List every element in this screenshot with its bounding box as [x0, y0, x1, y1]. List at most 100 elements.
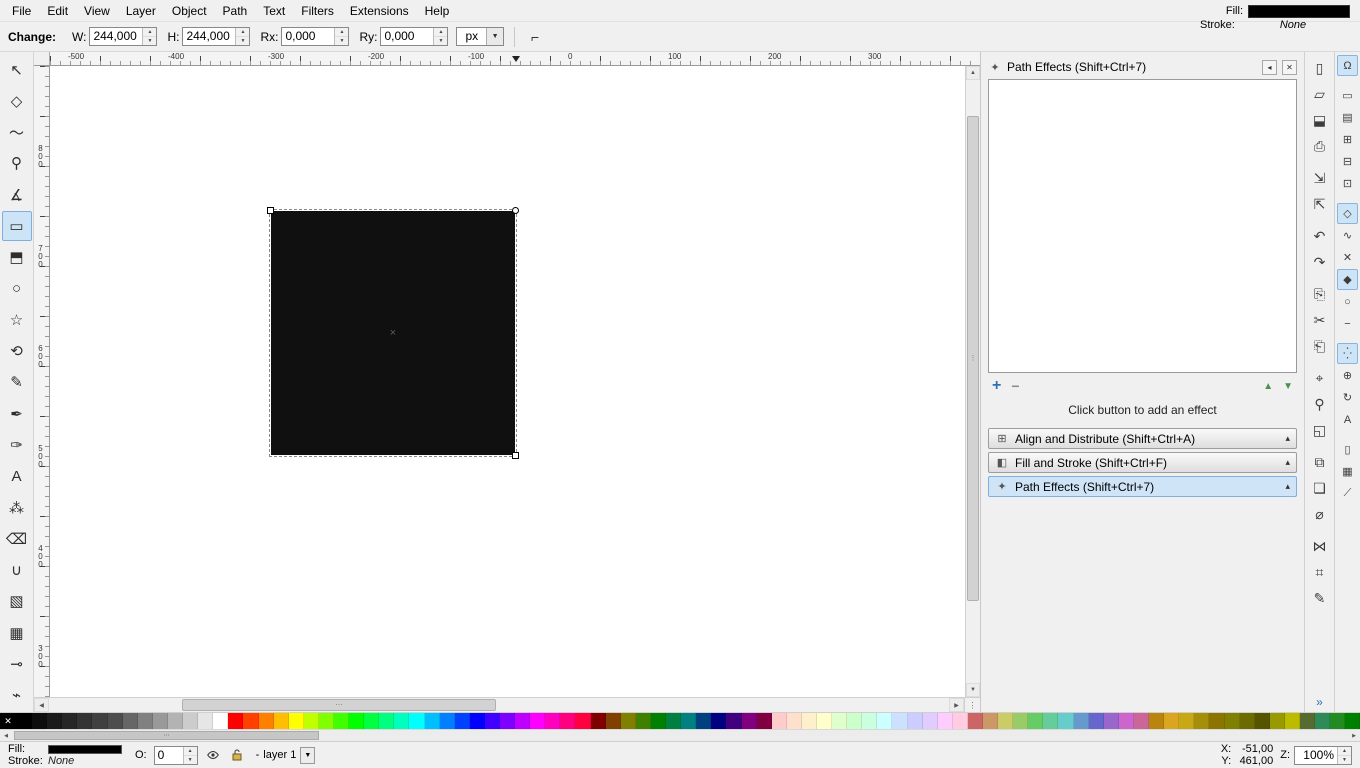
palette-swatch[interactable]: [952, 713, 968, 729]
snap-bounding-box-toggle[interactable]: ▭: [1337, 85, 1358, 106]
tool-eraser[interactable]: ⌫: [2, 524, 32, 553]
snap-path-intersections-toggle[interactable]: ✕: [1337, 247, 1358, 268]
palette-scroll-track[interactable]: ⋯: [12, 730, 1348, 741]
tool-pencil[interactable]: ✎: [2, 368, 32, 397]
tool-spiral[interactable]: ⟲: [2, 337, 32, 366]
menu-path[interactable]: Path: [215, 2, 256, 20]
palette-swatch[interactable]: [1164, 713, 1180, 729]
palette-swatch[interactable]: [1073, 713, 1089, 729]
hscroll-track[interactable]: ⋯: [49, 698, 949, 712]
zoom-input[interactable]: 100% ▲ ▼: [1294, 745, 1352, 765]
tool-zoom[interactable]: ⚲: [2, 149, 32, 178]
dock-section-fill-and-stroke[interactable]: ◧ Fill and Stroke (Shift+Ctrl+F) ▴: [988, 452, 1297, 473]
palette-swatch[interactable]: [1028, 713, 1044, 729]
spinner-down-icon[interactable]: ▼: [335, 37, 348, 45]
palette-swatch[interactable]: [107, 713, 123, 729]
add-effect-button[interactable]: +: [992, 377, 1001, 395]
new-document-button[interactable]: ▯: [1308, 56, 1332, 80]
spinner-down-icon[interactable]: ▼: [184, 756, 197, 764]
palette-scroll-left-button[interactable]: ◀: [0, 730, 12, 741]
tool-selector[interactable]: ↖: [2, 55, 32, 84]
unlink-clone-button[interactable]: ⌀: [1308, 502, 1332, 526]
palette-swatch[interactable]: [379, 713, 395, 729]
snap-guides-toggle[interactable]: ⟋: [1337, 483, 1358, 504]
dock-section-align-and-distribute[interactable]: ⊞ Align and Distribute (Shift+Ctrl+A) ▴: [988, 428, 1297, 449]
scroll-down-button[interactable]: ▼: [966, 683, 980, 697]
snap-bbox-corners-toggle[interactable]: ⊞: [1337, 129, 1358, 150]
move-effect-up-button[interactable]: ▲: [1263, 381, 1273, 392]
palette-swatch[interactable]: [786, 713, 802, 729]
selected-rectangle[interactable]: ×: [267, 207, 519, 459]
palette-swatch[interactable]: [575, 713, 591, 729]
palette-swatch[interactable]: [515, 713, 531, 729]
vscroll-track[interactable]: ⋮: [966, 80, 980, 683]
tool-paint-bucket[interactable]: ∪: [2, 556, 32, 585]
palette-swatch[interactable]: [801, 713, 817, 729]
tool-spray[interactable]: ⁂: [2, 493, 32, 522]
snap-grids-toggle[interactable]: ▦: [1337, 461, 1358, 482]
palette-swatch[interactable]: [122, 713, 138, 729]
spinner-up-icon[interactable]: ▲: [236, 28, 250, 37]
h-spinner-arrows[interactable]: ▲ ▼: [235, 28, 250, 45]
palette-swatch[interactable]: [681, 713, 697, 729]
status-fill-swatch[interactable]: [48, 744, 122, 754]
palette-swatch[interactable]: [213, 713, 229, 729]
rect-radius-handle[interactable]: [512, 207, 519, 214]
palette-swatch[interactable]: [333, 713, 350, 729]
export-button[interactable]: ⇱: [1308, 192, 1332, 216]
snap-line-midpoints-toggle[interactable]: −: [1337, 313, 1358, 334]
menu-text[interactable]: Text: [255, 2, 293, 20]
open-document-button[interactable]: ▱: [1308, 82, 1332, 106]
palette-swatch[interactable]: [92, 713, 108, 729]
palette-swatch[interactable]: [1299, 713, 1316, 729]
palette-swatch[interactable]: [922, 713, 938, 729]
menu-extensions[interactable]: Extensions: [342, 2, 417, 20]
vscroll-thumb[interactable]: ⋮: [967, 116, 979, 601]
palette-swatch[interactable]: [1315, 713, 1331, 729]
spinner-up-icon[interactable]: ▲: [1338, 747, 1351, 756]
snap-bbox-edges-toggle[interactable]: ▤: [1337, 107, 1358, 128]
snap-page-border-toggle[interactable]: ▯: [1337, 439, 1358, 460]
palette-swatch[interactable]: [650, 713, 667, 729]
spinner-down-icon[interactable]: ▼: [236, 37, 249, 45]
palette-swatch[interactable]: [847, 713, 863, 729]
palette-swatch[interactable]: [937, 713, 953, 729]
palette-swatch[interactable]: [530, 713, 546, 729]
menu-filters[interactable]: Filters: [293, 2, 342, 20]
import-button[interactable]: ⇲: [1308, 166, 1332, 190]
palette-swatch[interactable]: [32, 713, 48, 729]
tool-node-editor[interactable]: ◇: [2, 86, 32, 115]
vertical-ruler[interactable]: 800 700 600 500 400 300: [34, 66, 50, 697]
palette-swatch[interactable]: [832, 713, 848, 729]
palette-swatch[interactable]: [137, 713, 153, 729]
unit-dropdown[interactable]: px ▼: [456, 27, 505, 46]
dropdown-arrow-icon[interactable]: ▼: [486, 28, 504, 45]
dock-collapse-button[interactable]: ◂: [1262, 59, 1277, 75]
tool-rectangle[interactable]: ▭: [1, 211, 32, 241]
palette-swatch[interactable]: [892, 713, 908, 729]
palette-swatch[interactable]: [1194, 713, 1210, 729]
document-properties-button[interactable]: ✎: [1308, 586, 1332, 610]
palette-swatch[interactable]: [590, 713, 606, 729]
layer-selector[interactable]: - layer 1 ▼: [253, 746, 319, 765]
palette-swatch[interactable]: [228, 713, 244, 729]
horizontal-scrollbar[interactable]: ◀ ⋯ ▶ ⋮: [34, 697, 980, 712]
palette-swatch[interactable]: [635, 713, 651, 729]
palette-swatch[interactable]: [152, 713, 168, 729]
palette-swatch[interactable]: [1330, 713, 1346, 729]
hscroll-thumb[interactable]: ⋯: [182, 699, 496, 711]
rect-corner-handle-tl[interactable]: [267, 207, 274, 214]
move-effect-down-button[interactable]: ▼: [1283, 381, 1293, 392]
horizontal-ruler[interactable]: -500 -400 -300 -200 -100 0 100 200 300: [50, 52, 980, 66]
tool-mesh-gradient[interactable]: ▦: [2, 618, 32, 647]
palette-swatch[interactable]: [907, 713, 923, 729]
zoom-to-selection-button[interactable]: ⌖: [1308, 366, 1332, 390]
scroll-left-button[interactable]: ◀: [34, 698, 49, 712]
h-input[interactable]: 244,000 ▲ ▼: [182, 27, 251, 46]
tool-calligraphy[interactable]: ✑: [2, 430, 32, 459]
vertical-scrollbar[interactable]: ▲ ⋮ ▼: [965, 66, 980, 697]
enable-snapping-toggle[interactable]: Ω: [1337, 55, 1358, 76]
snap-object-centers-toggle[interactable]: ⊕: [1337, 365, 1358, 386]
xml-editor-button[interactable]: ⋈: [1308, 534, 1332, 558]
canvas[interactable]: ×: [50, 66, 965, 697]
